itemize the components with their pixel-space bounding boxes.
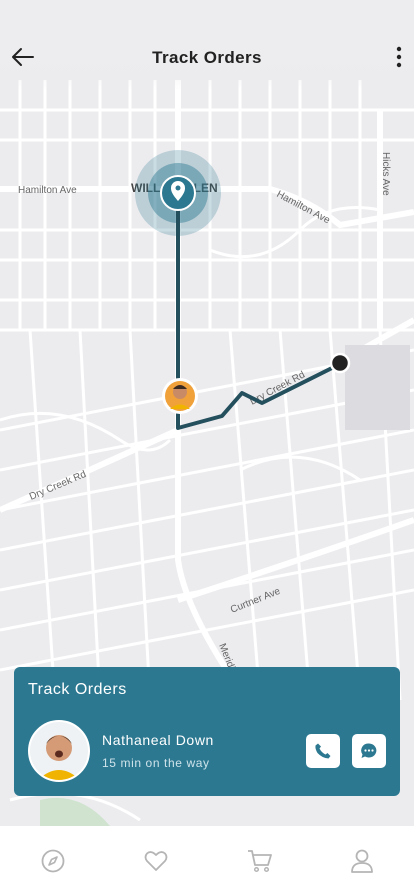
chat-button[interactable] (352, 734, 386, 768)
chat-bubble-icon (361, 743, 377, 758)
tracking-card: Track Orders Nathaneal Down 15 min on th… (14, 667, 400, 796)
call-button[interactable] (306, 734, 340, 768)
courier-marker[interactable] (162, 378, 198, 414)
bottom-tab-bar (0, 826, 414, 896)
more-options-icon[interactable] (392, 44, 406, 70)
header-bar: Track Orders (0, 0, 414, 90)
compass-icon[interactable] (40, 848, 66, 874)
heart-icon[interactable] (143, 848, 169, 874)
origin-marker (329, 352, 351, 374)
street-label: Hamilton Ave (18, 185, 77, 196)
map-block (345, 345, 410, 430)
courier-name: Nathaneal Down (102, 732, 214, 748)
location-pin-icon[interactable] (160, 175, 196, 211)
page-title: Track Orders (152, 48, 262, 67)
courier-eta: 15 min on the way (102, 756, 210, 770)
phone-icon (315, 743, 331, 759)
profile-icon[interactable] (349, 848, 375, 874)
cart-icon[interactable] (247, 848, 273, 874)
card-title: Track Orders (28, 681, 127, 698)
avatar (28, 720, 90, 782)
street-label: Hicks Ave (380, 152, 391, 196)
